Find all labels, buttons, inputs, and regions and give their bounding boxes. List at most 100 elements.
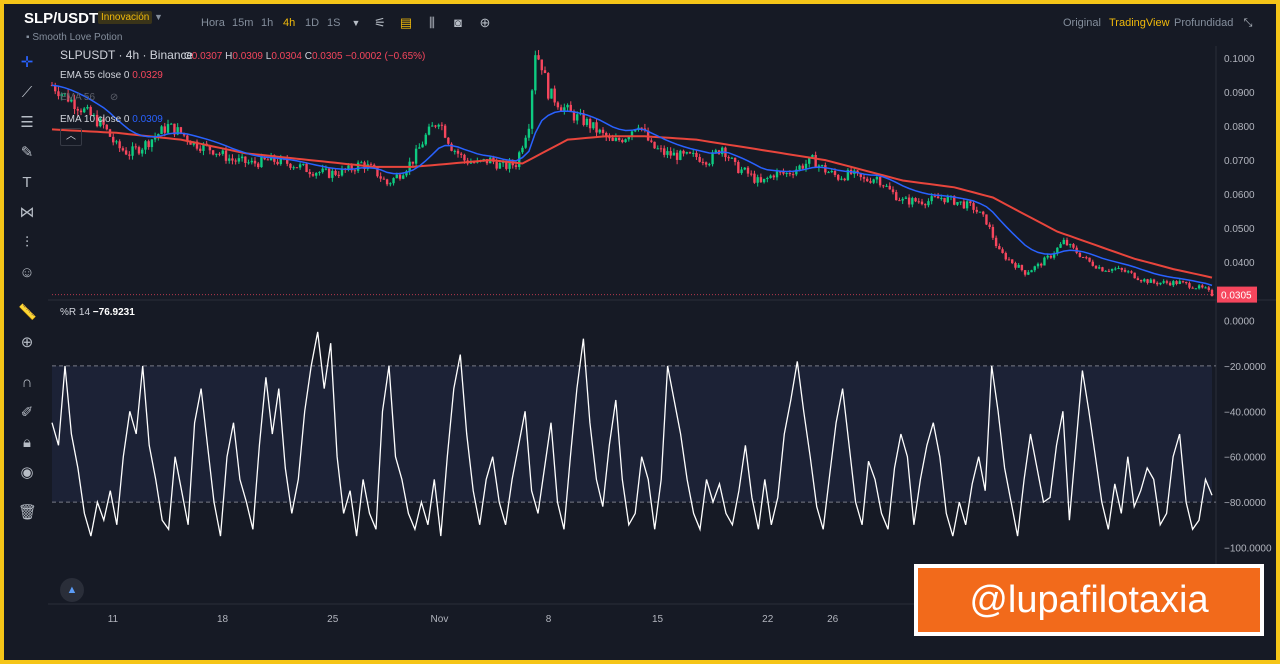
candle-body <box>804 163 808 169</box>
tf-4h[interactable]: 4h <box>283 17 295 29</box>
candle-body <box>659 148 663 150</box>
candle-body <box>1007 259 1011 261</box>
candle-body <box>1088 257 1091 262</box>
candle-body <box>1107 270 1111 272</box>
token-name-text: Smooth Love Potion <box>32 32 123 43</box>
candle-body <box>411 161 415 164</box>
time-tick-label: 8 <box>546 614 552 625</box>
candle-body <box>134 146 137 148</box>
candle-body <box>766 178 769 180</box>
candle-body <box>704 162 708 165</box>
candle-body <box>675 152 679 160</box>
candle-body <box>440 124 444 126</box>
time-tick-label: 18 <box>217 614 229 625</box>
candle-body <box>170 123 173 125</box>
candle-body <box>1188 283 1191 288</box>
camera-icon[interactable]: ◙ <box>450 15 466 31</box>
candle-body <box>240 156 244 159</box>
candle-body <box>321 168 324 173</box>
candle-body <box>128 154 131 156</box>
wr-tick-label: −40.0000 <box>1224 407 1266 418</box>
fullscreen-icon[interactable]: ⤡ <box>1240 15 1256 31</box>
hidden-indicator-legend[interactable]: EMA 56 ⊘ <box>60 92 118 103</box>
candle-body <box>901 198 904 201</box>
zoom-in-icon[interactable]: ⊕ <box>18 334 36 352</box>
legend-o-label: O <box>184 51 192 62</box>
price-tick-label: 0.0700 <box>1224 156 1255 167</box>
candle-body <box>904 197 908 199</box>
candle-body <box>1085 257 1088 259</box>
candle-body <box>914 198 917 202</box>
candle-body <box>1165 281 1169 283</box>
smiley-icon[interactable]: ☺ <box>18 264 36 282</box>
candle-body <box>965 201 969 209</box>
candle-body <box>86 107 89 109</box>
candle-body <box>369 164 373 166</box>
ema55-legend[interactable]: EMA 55 close 0 0.0329 <box>60 70 163 81</box>
candle-body <box>453 150 456 152</box>
watermark-box: @lupafilotaxia <box>914 564 1264 636</box>
candle-body <box>1185 281 1188 284</box>
candle-body <box>121 148 125 151</box>
candle-body <box>882 185 885 187</box>
candle-body <box>727 157 730 159</box>
trendline-icon[interactable]: ⟋ <box>18 84 36 102</box>
candle-body <box>150 139 154 148</box>
magnet-icon[interactable]: ∩ <box>18 374 36 392</box>
candle-body <box>112 136 115 143</box>
candle-body <box>160 126 163 135</box>
candle-body <box>750 173 753 175</box>
prediction-icon[interactable]: ⫶ <box>18 234 36 252</box>
candle-body <box>131 146 134 156</box>
candle-body <box>898 200 901 202</box>
more-timeframes-chevron-icon[interactable]: ▼ <box>348 15 364 31</box>
eye-icon[interactable]: ◉ <box>18 464 36 482</box>
pencil-lock-icon[interactable]: ✐ <box>18 404 36 422</box>
tf-1h[interactable]: 1h <box>261 17 273 29</box>
candle-body <box>830 171 833 173</box>
candle-style-icon[interactable]: ⫼ <box>424 15 440 31</box>
eye-off-icon[interactable]: ⊘ <box>110 92 118 103</box>
lock-icon[interactable]: 🔒︎ <box>18 434 36 452</box>
tf-hora[interactable]: Hora <box>201 17 225 29</box>
tf-15m[interactable]: 15m <box>232 17 253 29</box>
candle-body <box>76 109 79 111</box>
indicators-settings-icon[interactable]: ⚟ <box>372 15 388 31</box>
tf-1s[interactable]: 1S <box>327 17 340 29</box>
candle-body <box>708 164 711 166</box>
tf-1d[interactable]: 1D <box>305 17 319 29</box>
candle-body <box>427 126 431 135</box>
view-original[interactable]: Original <box>1063 17 1101 29</box>
chart-type-icon[interactable]: ▤ <box>398 15 414 31</box>
text-icon[interactable]: T <box>18 174 36 192</box>
candle-body <box>872 179 875 183</box>
wr-tick-label: 0.0000 <box>1224 317 1255 328</box>
candle-body <box>1043 257 1046 266</box>
candle-body <box>389 183 392 185</box>
candle-body <box>224 150 228 161</box>
collapse-legend-button[interactable]: ︿ <box>60 128 82 146</box>
wr-band <box>52 365 1212 503</box>
chevron-down-icon[interactable]: ▼ <box>154 12 163 22</box>
candle-body <box>456 150 460 154</box>
trash-icon[interactable]: 🗑︎ <box>18 504 37 522</box>
brush-icon[interactable]: ✎ <box>18 144 36 162</box>
candle-body <box>740 169 743 174</box>
view-tradingview[interactable]: TradingView <box>1109 17 1170 29</box>
ruler-icon[interactable]: 📏 <box>18 304 37 322</box>
fib-icon[interactable]: ☰ <box>18 114 36 132</box>
candle-body <box>166 124 170 133</box>
view-profundidad[interactable]: Profundidad <box>1174 17 1233 29</box>
pattern-icon[interactable]: ⋈ <box>18 204 36 222</box>
candle-body <box>975 209 978 212</box>
crosshair-icon[interactable]: ✛ <box>18 54 36 72</box>
symbol-title[interactable]: SLP/USDT <box>24 10 98 27</box>
candle-body <box>994 237 998 247</box>
ema10-legend[interactable]: EMA 10 close 0 0.0309 <box>60 114 163 125</box>
candle-body <box>888 185 891 190</box>
candle-body <box>598 129 601 133</box>
tradingview-logo-icon[interactable]: ▲ <box>60 578 84 602</box>
candle-body <box>666 151 669 155</box>
add-icon[interactable]: ⊕ <box>477 15 493 31</box>
candle-body <box>1204 287 1207 289</box>
